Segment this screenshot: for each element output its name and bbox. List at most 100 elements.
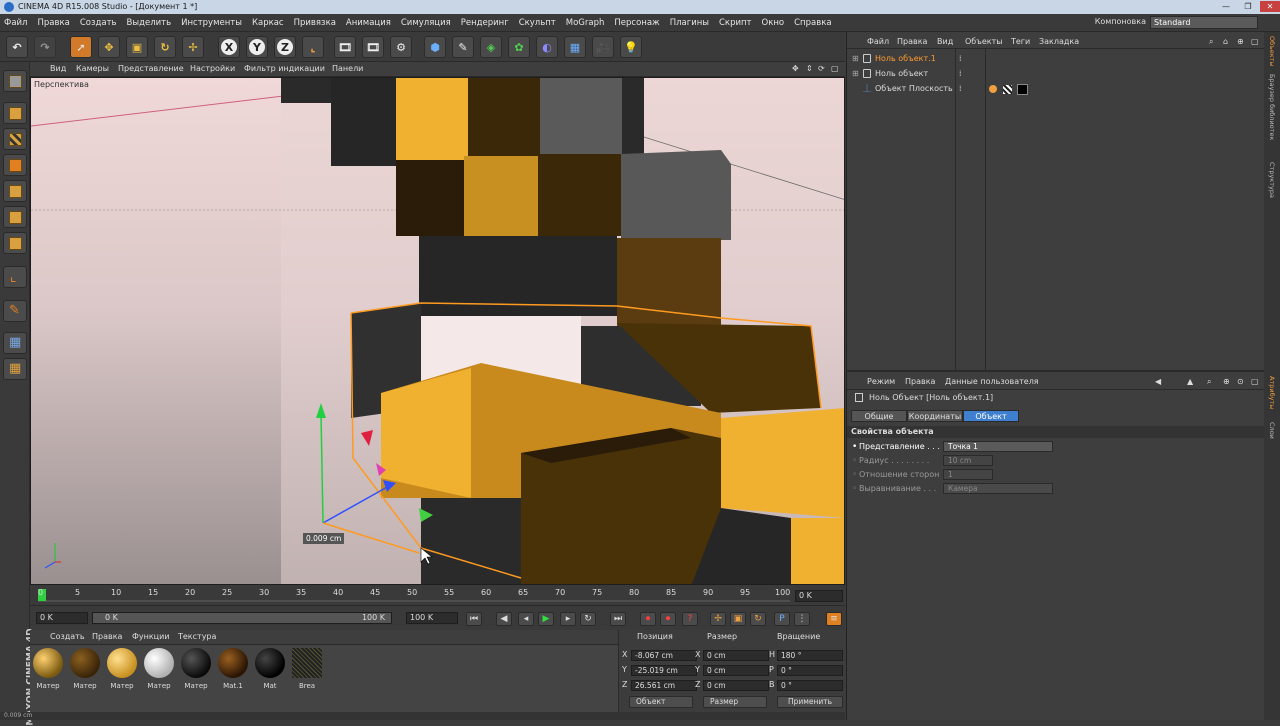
points-mode-icon[interactable]	[3, 180, 27, 202]
menu-snap[interactable]: Привязка	[294, 18, 336, 28]
am-lock-icon[interactable]: ⊕	[1223, 377, 1230, 386]
menu-select[interactable]: Выделить	[127, 18, 172, 28]
viewport-menu-cameras[interactable]: Камеры	[76, 64, 109, 73]
move-tool-button[interactable]: ✥	[98, 36, 120, 58]
am-maximize-icon[interactable]: ▢	[1251, 377, 1259, 386]
menu-simulate[interactable]: Симуляция	[401, 18, 451, 28]
viewport-menu-display[interactable]: Представление	[118, 64, 184, 73]
viewport-maximize-icon[interactable]: ▢	[831, 64, 839, 73]
coord-mode-select[interactable]: Объект	[629, 696, 693, 708]
render-view-button[interactable]: 🎞	[334, 36, 356, 58]
visibility-icon[interactable]: ⁞	[959, 52, 962, 66]
object-row[interactable]: ⊞ Ноль объект ⁞	[847, 67, 1265, 81]
z-axis-lock-button[interactable]: Z	[274, 36, 296, 58]
viewport-3d[interactable]: Перспектива 0.009 cm	[30, 77, 845, 585]
viewport-menu-options[interactable]: Настройки	[190, 64, 235, 73]
material-swatch[interactable]: Матер	[143, 648, 175, 692]
end-frame-field[interactable]: 100 K	[406, 612, 458, 624]
rotation-p-field[interactable]: 0 °	[777, 665, 843, 676]
material-menu-texture[interactable]: Текстура	[178, 632, 216, 641]
viewport-zoom-icon[interactable]: ⇕	[806, 64, 813, 73]
play-button[interactable]: ▶	[538, 612, 554, 626]
polygons-mode-icon[interactable]	[3, 232, 27, 254]
menu-mograph[interactable]: MoGraph	[566, 18, 605, 28]
texture-tag-icon[interactable]	[1003, 85, 1012, 94]
phong-tag-icon[interactable]	[989, 85, 997, 93]
om-menu-tags[interactable]: Теги	[1011, 37, 1030, 46]
viewport-pan-icon[interactable]: ✥	[792, 64, 799, 73]
go-to-start-button[interactable]: ⏮	[466, 612, 482, 626]
am-up-icon[interactable]: ▲	[1187, 377, 1193, 386]
record-button[interactable]: ⏺	[640, 612, 656, 626]
size-x-field[interactable]: 0 cm	[703, 650, 769, 661]
display-select[interactable]: Точка 1	[943, 441, 1053, 452]
viewport-menu-filter[interactable]: Фильтр индикации	[244, 64, 325, 73]
select-tool-button[interactable]: ➚	[70, 36, 92, 58]
floor-button[interactable]: ▦	[564, 36, 586, 58]
visibility-icon[interactable]: ⁞	[959, 82, 962, 96]
loop-button[interactable]: ↻	[580, 612, 596, 626]
am-menu-mode[interactable]: Режим	[867, 377, 895, 386]
snap-icon[interactable]: ▦	[3, 332, 27, 354]
menu-file[interactable]: Файл	[4, 18, 27, 28]
size-z-field[interactable]: 0 cm	[703, 680, 769, 691]
side-tab-objects[interactable]: Объекты	[1268, 36, 1276, 67]
material-menu-edit[interactable]: Правка	[92, 632, 122, 641]
material-menu-function[interactable]: Функции	[132, 632, 170, 641]
undo-button[interactable]: ↶	[6, 36, 28, 58]
expand-icon[interactable]: ⊞	[852, 67, 859, 81]
material-swatch[interactable]: Матер	[69, 648, 101, 692]
size-mode-select[interactable]: Размер	[703, 696, 767, 708]
start-frame-field[interactable]: 0 K	[36, 612, 88, 624]
om-menu-bookmarks[interactable]: Закладка	[1039, 37, 1079, 46]
array-button[interactable]: ✿	[508, 36, 530, 58]
play-reverse-button[interactable]: ◂	[518, 612, 534, 626]
axis-mode-icon[interactable]: ⌞	[3, 266, 27, 288]
om-maximize-icon[interactable]: ▢	[1251, 37, 1259, 46]
frame-range-slider[interactable]: 0 K 100 K	[92, 612, 392, 624]
pen-spline-button[interactable]: ✎	[452, 36, 474, 58]
workplane-icon[interactable]: ▦	[3, 358, 27, 380]
keyframe-selection-button[interactable]: ?	[682, 612, 698, 626]
animate-dot-icon[interactable]: ◦	[852, 456, 857, 466]
maximize-icon[interactable]: ❐	[1238, 1, 1258, 12]
orientation-select[interactable]: Камера	[943, 483, 1053, 494]
viewport-menu-panel[interactable]: Панели	[332, 64, 363, 73]
apply-button[interactable]: Применить	[777, 696, 843, 708]
model-mode-icon[interactable]	[3, 102, 27, 124]
am-menu-userdata[interactable]: Данные пользователя	[945, 377, 1039, 386]
render-picture-viewer-button[interactable]: 🎞	[362, 36, 384, 58]
menu-sculpt[interactable]: Скульпт	[519, 18, 556, 28]
menu-window[interactable]: Окно	[762, 18, 785, 28]
menu-character[interactable]: Персонаж	[614, 18, 659, 28]
position-y-field[interactable]: -25.019 cm	[631, 665, 697, 676]
tab-coordinates[interactable]: Координаты	[907, 410, 963, 422]
menu-create[interactable]: Создать	[80, 18, 117, 28]
radius-field[interactable]: 10 cm	[943, 455, 993, 466]
material-swatch[interactable]: Матер	[106, 648, 138, 692]
key-rotation-button[interactable]: ↻	[750, 612, 766, 626]
material-tag-icon[interactable]	[1017, 84, 1028, 95]
menu-plugins[interactable]: Плагины	[670, 18, 709, 28]
tab-object[interactable]: Объект	[963, 410, 1019, 422]
animate-dot-icon[interactable]: ◦	[852, 470, 857, 480]
am-search-icon[interactable]: ⌕	[1207, 377, 1211, 387]
edges-mode-icon[interactable]	[3, 206, 27, 228]
y-axis-lock-button[interactable]: Y	[246, 36, 268, 58]
layout-select[interactable]: Standard	[1150, 16, 1258, 29]
om-new-view-icon[interactable]: ⊕	[1237, 37, 1244, 46]
coordinate-system-button[interactable]: ⌞	[302, 36, 324, 58]
key-param-button[interactable]: P	[774, 612, 790, 626]
side-tab-attributes[interactable]: Атрибуты	[1268, 376, 1276, 409]
side-tab-content-browser[interactable]: Браузер библиотек	[1268, 74, 1276, 140]
current-frame-field[interactable]: 0 K	[795, 590, 843, 602]
step-back-button[interactable]: ◀	[496, 612, 512, 626]
render-settings-button[interactable]: ⚙	[390, 36, 412, 58]
go-to-end-button[interactable]: ⏭	[610, 612, 626, 626]
workplane-mode-icon[interactable]	[3, 154, 27, 176]
rotation-b-field[interactable]: 0 °	[777, 680, 843, 691]
key-pla-button[interactable]: ⋮	[794, 612, 810, 626]
position-x-field[interactable]: -8.067 cm	[631, 650, 697, 661]
menu-script[interactable]: Скрипт	[719, 18, 752, 28]
make-editable-icon[interactable]	[3, 70, 27, 92]
